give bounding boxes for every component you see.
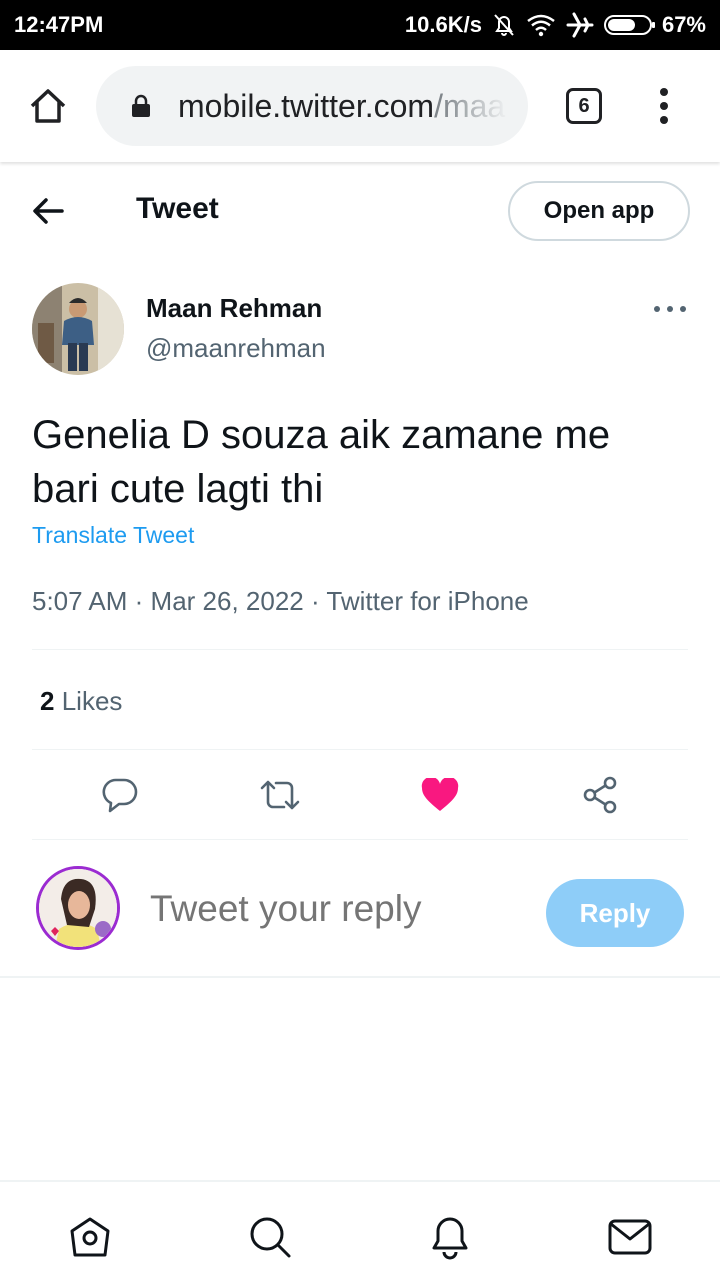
reply-icon[interactable] [95,770,145,820]
tab-switcher-button[interactable]: 6 [566,88,602,124]
tweet-source: Twitter for iPhone [326,586,529,616]
meta-separator: · [134,586,151,616]
back-arrow-icon[interactable] [30,194,68,228]
browser-home-icon[interactable] [28,86,68,126]
likes-count[interactable]: 2 Likes [40,686,122,717]
search-icon[interactable] [247,1214,293,1260]
retweet-icon[interactable] [255,770,305,820]
reply-button[interactable]: Reply [546,879,684,947]
likes-label: Likes [61,686,123,716]
bell-off-icon [492,12,516,38]
share-icon[interactable] [575,770,625,820]
airplane-icon [566,12,594,38]
divider [32,749,688,750]
like-icon[interactable] [415,770,465,820]
tweet-meta: 5:07 AM · Mar 26, 2022 · Twitter for iPh… [32,586,529,617]
user-avatar[interactable] [36,866,120,950]
browser-toolbar: mobile.twitter.com/maanrehman 6 [0,50,720,162]
tweet-time[interactable]: 5:07 AM [32,586,127,616]
url-host: mobile.twitter.com [178,87,435,124]
wifi-icon [526,13,556,37]
more-options-icon[interactable] [654,304,686,314]
browser-menu-icon[interactable] [652,84,676,128]
home-icon[interactable] [67,1214,113,1260]
notifications-icon[interactable] [427,1214,473,1260]
battery-icon [603,15,655,35]
status-time: 12:47PM [14,12,104,37]
divider [0,976,720,978]
battery-percent: 67% [661,12,706,37]
tweet-actions [0,770,720,820]
url-path: /maanrehman [434,87,508,124]
page-title: Tweet [136,192,219,225]
author-avatar[interactable] [32,283,124,375]
battery-indicator: 67% [603,12,706,38]
tweet-date[interactable]: Mar 26, 2022 [151,586,304,616]
lock-icon [132,94,150,117]
messages-icon[interactable] [607,1214,653,1260]
divider [32,839,688,840]
meta-separator: · [310,586,327,616]
translate-tweet-link[interactable]: Translate Tweet [32,522,194,549]
bottom-navigation [0,1180,720,1280]
divider [32,649,688,650]
url-text[interactable]: mobile.twitter.com/maanrehman [178,88,508,125]
status-bar: 12:47PM 10.6K/s 67% [0,0,720,50]
status-indicators: 10.6K/s 67% [405,12,706,38]
likes-number: 2 [40,686,55,716]
network-speed: 10.6K/s [404,12,482,37]
tweet-text: Genelia D souza aik zamane me bari cute … [32,413,611,511]
address-bar[interactable]: mobile.twitter.com/maanrehman [96,66,528,146]
author-handle[interactable]: @maanrehman [146,333,326,364]
author-name[interactable]: Maan Rehman [146,293,322,324]
reply-input[interactable] [150,888,530,930]
open-app-button[interactable]: Open app [508,181,690,241]
